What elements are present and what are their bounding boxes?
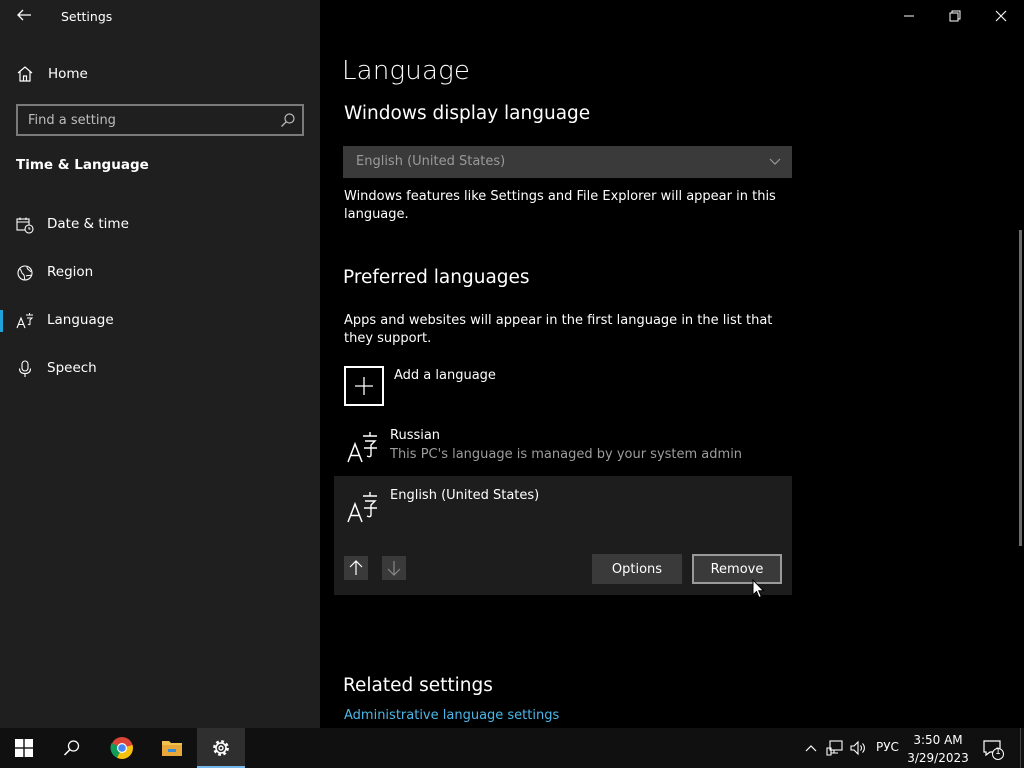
selected-indicator (0, 310, 3, 332)
add-language-button[interactable] (344, 366, 384, 406)
show-desktop-button[interactable] (1020, 728, 1024, 768)
dropdown-value: English (United States) (356, 154, 506, 169)
display-language-description: Windows features like Settings and File … (344, 189, 776, 222)
sidebar-item-date-time[interactable]: Date & time (0, 205, 320, 245)
sidebar-item-label: Region (47, 264, 94, 280)
file-explorer-taskbar-button[interactable] (148, 728, 196, 768)
show-hidden-icons-icon[interactable] (804, 741, 818, 755)
arrow-down-icon (387, 561, 401, 576)
language-icon (16, 313, 34, 329)
restore-icon (949, 10, 961, 22)
display-language-dropdown[interactable]: English (United States) (343, 146, 792, 178)
move-down-button[interactable] (382, 556, 406, 580)
notification-count: 1 (995, 747, 1001, 757)
search-input[interactable] (18, 106, 288, 134)
preferred-languages-heading: Preferred languages (343, 267, 530, 288)
display-language-heading: Windows display language (344, 103, 591, 124)
language-icon (347, 432, 377, 463)
home-nav-item[interactable]: Home (16, 63, 88, 85)
settings-taskbar-button[interactable] (197, 728, 245, 768)
sidebar-item-speech[interactable]: Speech (0, 349, 320, 389)
search-icon[interactable] (280, 112, 296, 128)
start-icon (15, 739, 33, 757)
arrow-up-icon (349, 560, 363, 575)
related-settings-heading: Related settings (343, 675, 493, 696)
microphone-icon (18, 360, 32, 377)
chevron-down-icon (769, 158, 781, 165)
file-explorer-icon (162, 741, 182, 756)
clock-date: 3/29/2023 (907, 751, 969, 765)
action-center-button[interactable]: 1 (982, 738, 1004, 760)
home-icon (17, 66, 33, 82)
mouse-cursor-icon (752, 579, 765, 599)
page-title: Language (342, 56, 471, 86)
sidebar: Settings Home Time & Language Date & tim… (0, 0, 320, 728)
sidebar-item-label: Speech (47, 360, 97, 376)
input-language-indicator[interactable]: РУС (876, 740, 899, 754)
taskbar-clock[interactable]: 3:50 AM 3/29/2023 (906, 731, 970, 767)
move-up-button[interactable] (344, 556, 368, 580)
calendar-clock-icon (16, 217, 34, 234)
language-item-english[interactable]: English (United States) Options Remove (334, 476, 792, 595)
home-label: Home (48, 66, 88, 82)
globe-icon (17, 265, 33, 281)
settings-icon (213, 740, 229, 756)
language-name: English (United States) (390, 488, 540, 503)
language-name: Russian (390, 428, 441, 443)
minimize-button[interactable] (886, 0, 932, 32)
remove-button[interactable]: Remove (692, 554, 782, 584)
sidebar-item-label: Language (47, 312, 114, 328)
add-language-label[interactable]: Add a language (394, 368, 496, 383)
options-button[interactable]: Options (592, 554, 682, 584)
start-button[interactable] (0, 728, 48, 768)
chrome-icon (110, 737, 133, 759)
search-box[interactable] (16, 104, 304, 136)
close-button[interactable] (978, 0, 1024, 32)
sidebar-item-region[interactable]: Region (0, 253, 320, 293)
language-note: This PC's language is managed by your sy… (390, 447, 743, 462)
sidebar-item-label: Date & time (47, 216, 129, 232)
scrollbar[interactable] (1019, 230, 1022, 546)
minimize-icon (904, 15, 914, 17)
close-icon (995, 10, 1007, 22)
sidebar-item-language[interactable]: Language (0, 301, 320, 341)
window-title: Settings (61, 9, 113, 24)
language-item-russian[interactable]: Russian This PC's language is managed by… (334, 420, 792, 474)
administrative-language-settings-link[interactable]: Administrative language settings (344, 708, 559, 723)
language-icon (347, 492, 377, 523)
back-button[interactable] (14, 4, 34, 26)
section-title: Time & Language (16, 157, 149, 173)
preferred-languages-description: Apps and websites will appear in the fir… (344, 313, 773, 346)
restore-button[interactable] (932, 0, 978, 32)
taskbar-search-button[interactable] (48, 728, 96, 768)
chrome-taskbar-button[interactable] (98, 728, 146, 768)
plus-icon (355, 377, 373, 395)
volume-icon[interactable] (849, 739, 867, 757)
search-icon (63, 740, 80, 756)
back-arrow-icon (17, 9, 31, 21)
network-icon[interactable] (826, 739, 844, 757)
clock-time: 3:50 AM (913, 733, 963, 747)
